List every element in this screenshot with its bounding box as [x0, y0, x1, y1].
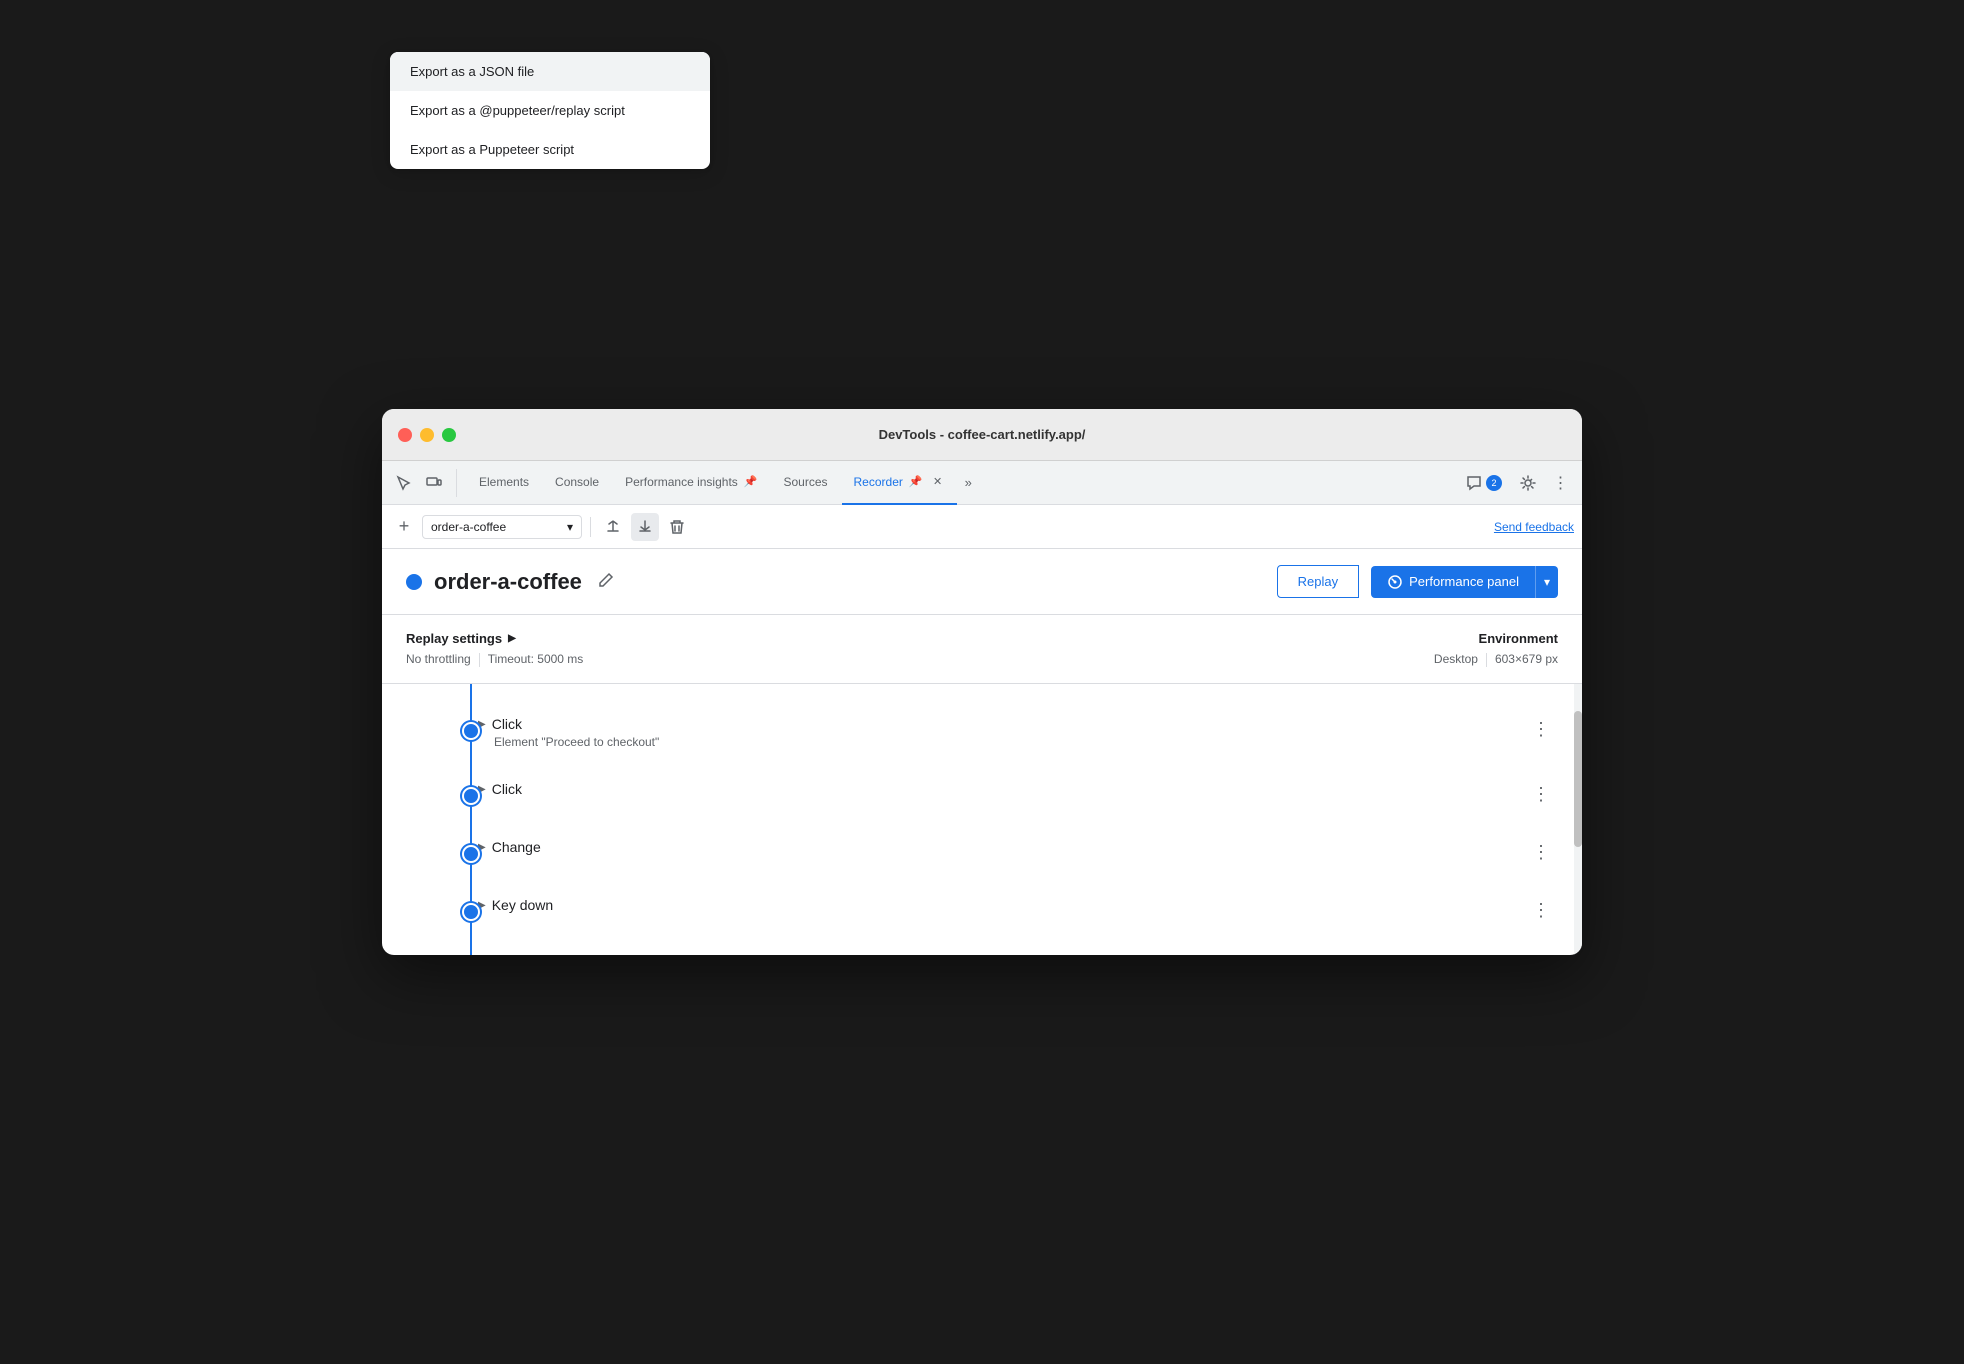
- devtools-tabs: Elements Console Performance insights 📌 …: [382, 461, 1582, 505]
- step-item: ▶ Click Element "Proceed to checkout" ⋮: [382, 700, 1582, 765]
- step-2-type: Click: [492, 781, 522, 797]
- performance-panel-button-group: Performance panel ▾: [1371, 566, 1558, 598]
- throttling-value: No throttling: [406, 652, 471, 667]
- step-dot-2: [462, 787, 480, 805]
- step-4-content: ▶ Key down: [446, 897, 1508, 913]
- environment-size: 603×679 px: [1495, 652, 1558, 667]
- performance-insights-pin-icon: 📌: [744, 475, 758, 488]
- step-3-more-button[interactable]: ⋮: [1524, 839, 1558, 865]
- tab-console[interactable]: Console: [543, 461, 611, 505]
- performance-icon: [1387, 574, 1403, 590]
- minimize-button[interactable]: [420, 428, 434, 442]
- recording-name-label: order-a-coffee: [431, 520, 506, 534]
- step-2-header: ▶ Click: [478, 781, 1508, 797]
- chevron-down-icon: ▾: [567, 520, 573, 534]
- step-3-type: Change: [492, 839, 541, 855]
- replay-settings-toggle[interactable]: Replay settings ▶: [406, 631, 1434, 646]
- step-1-type: Click: [492, 716, 522, 732]
- step-1-more-button[interactable]: ⋮: [1524, 716, 1558, 742]
- replay-button[interactable]: Replay: [1277, 565, 1359, 598]
- device-toolbar-icon-button[interactable]: [420, 469, 448, 497]
- more-options-icon-button[interactable]: ⋮: [1546, 469, 1574, 497]
- performance-panel-label: Performance panel: [1409, 574, 1519, 589]
- export-recording-button[interactable]: [631, 513, 659, 541]
- cursor-icon: [396, 475, 412, 491]
- edit-recording-name-button[interactable]: [598, 572, 614, 591]
- steps-container: ▶ Click Element "Proceed to checkout" ⋮ …: [382, 684, 1582, 955]
- tab-right-actions: 2 ⋮: [1458, 469, 1574, 497]
- environment-type: Desktop: [1434, 652, 1478, 667]
- step-dot-3: [462, 845, 480, 863]
- step-2-content: ▶ Click: [446, 781, 1508, 797]
- settings-section: Replay settings ▶ No throttling Timeout:…: [382, 615, 1582, 684]
- replay-settings-meta: No throttling Timeout: 5000 ms: [406, 652, 1434, 667]
- more-vert-icon: ⋮: [1553, 473, 1568, 493]
- recorder-toolbar: + order-a-coffee ▾ Send feedback: [382, 505, 1582, 549]
- timeout-value: Timeout: 5000 ms: [488, 652, 584, 667]
- step-3-content: ▶ Change: [446, 839, 1508, 855]
- scrollbar-thumb[interactable]: [1574, 711, 1582, 847]
- step-item: ▶ Key down ⋮: [382, 881, 1582, 939]
- recording-header: order-a-coffee Replay Performance panel …: [382, 549, 1582, 615]
- recording-status-dot: [406, 574, 422, 590]
- replay-settings-label: Replay settings: [406, 631, 502, 646]
- chat-badge: 2: [1486, 475, 1502, 491]
- tab-performance-insights[interactable]: Performance insights 📌: [613, 461, 769, 505]
- recorder-pin-icon: 📌: [909, 475, 923, 488]
- gear-icon: [1520, 475, 1536, 491]
- performance-panel-button[interactable]: Performance panel: [1371, 566, 1535, 598]
- recording-title: order-a-coffee: [434, 569, 582, 595]
- replay-settings-arrow-icon: ▶: [508, 633, 516, 644]
- replay-settings-left: Replay settings ▶ No throttling Timeout:…: [406, 631, 1434, 667]
- step-item: ▶ Click ⋮: [382, 765, 1582, 823]
- performance-panel-dropdown-button[interactable]: ▾: [1535, 566, 1558, 598]
- toolbar-separator: [590, 517, 591, 537]
- step-2-more-button[interactable]: ⋮: [1524, 781, 1558, 807]
- settings-icon-button[interactable]: [1514, 469, 1542, 497]
- maximize-button[interactable]: [442, 428, 456, 442]
- plus-icon: +: [399, 516, 410, 537]
- trash-icon: [669, 519, 685, 535]
- step-1-header: ▶ Click: [478, 716, 1508, 732]
- step-dot-4: [462, 903, 480, 921]
- environment-settings-right: Environment Desktop 603×679 px: [1434, 631, 1558, 667]
- tab-elements[interactable]: Elements: [467, 461, 541, 505]
- scrollbar-track: [1574, 684, 1582, 955]
- step-4-header: ▶ Key down: [478, 897, 1508, 913]
- env-separator: [1486, 653, 1487, 667]
- tab-sources[interactable]: Sources: [771, 461, 839, 505]
- upload-recording-button[interactable]: [599, 513, 627, 541]
- device-icon: [426, 475, 442, 491]
- pencil-icon: [598, 572, 614, 588]
- environment-meta: Desktop 603×679 px: [1434, 652, 1558, 667]
- recorder-tab-close-button[interactable]: ✕: [931, 475, 945, 489]
- title-bar: DevTools - coffee-cart.netlify.app/: [382, 409, 1582, 461]
- window-title: DevTools - coffee-cart.netlify.app/: [879, 427, 1086, 442]
- tab-recorder[interactable]: Recorder 📌 ✕: [842, 461, 957, 505]
- step-item: ▶ Change ⋮: [382, 823, 1582, 881]
- step-dot-1: [462, 722, 480, 740]
- recording-selector[interactable]: order-a-coffee ▾: [422, 515, 582, 539]
- delete-recording-button[interactable]: [663, 513, 691, 541]
- step-3-header: ▶ Change: [478, 839, 1508, 855]
- close-button[interactable]: [398, 428, 412, 442]
- upload-icon: [605, 519, 621, 535]
- chat-button[interactable]: 2: [1458, 471, 1510, 495]
- add-recording-button[interactable]: +: [390, 513, 418, 541]
- send-feedback-link[interactable]: Send feedback: [1494, 520, 1574, 534]
- traffic-lights: [398, 428, 456, 442]
- chevron-down-perf-icon: ▾: [1544, 575, 1550, 589]
- chat-icon: [1466, 475, 1482, 491]
- step-4-type: Key down: [492, 897, 553, 913]
- environment-label: Environment: [1434, 631, 1558, 646]
- step-1-content: ▶ Click Element "Proceed to checkout": [446, 716, 1508, 749]
- more-tabs-button[interactable]: »: [959, 469, 978, 497]
- cursor-icon-button[interactable]: [390, 469, 418, 497]
- settings-separator: [479, 653, 480, 667]
- devtools-window: DevTools - coffee-cart.netlify.app/ Elem…: [382, 409, 1582, 955]
- tab-icon-group: [390, 469, 457, 497]
- step-1-subtitle: Element "Proceed to checkout": [478, 735, 1508, 749]
- download-icon: [637, 519, 653, 535]
- step-4-more-button[interactable]: ⋮: [1524, 897, 1558, 923]
